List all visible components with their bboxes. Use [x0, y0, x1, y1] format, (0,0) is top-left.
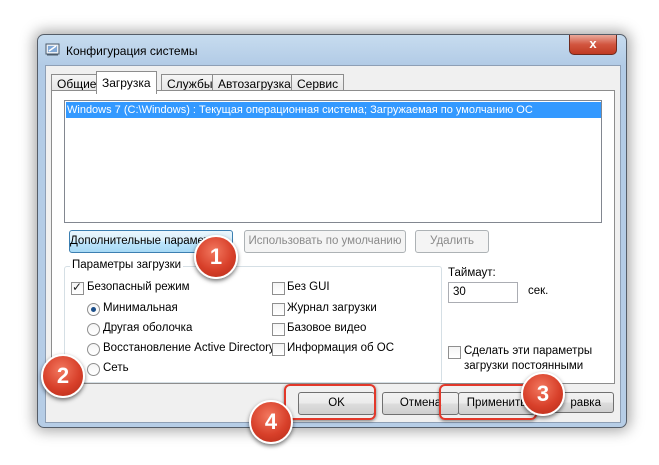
make-permanent-checkbox[interactable] — [448, 346, 461, 359]
radio-network[interactable] — [87, 363, 100, 376]
boot-log-checkbox[interactable] — [272, 303, 285, 316]
highlight-ok-button — [284, 384, 376, 420]
os-info-checkbox[interactable] — [272, 343, 285, 356]
radio-alternate-shell-label[interactable]: Другая оболочка — [103, 322, 192, 334]
step-badge-3: 3 — [521, 372, 565, 416]
radio-minimal[interactable] — [87, 303, 100, 316]
radio-minimal-label[interactable]: Минимальная — [103, 302, 178, 314]
base-video-checkbox[interactable] — [272, 323, 285, 336]
step-badge-1: 1 — [194, 235, 238, 279]
radio-ad-repair[interactable] — [87, 343, 100, 356]
radio-ad-repair-label[interactable]: Восстановление Active Directory — [103, 342, 275, 354]
window-title: Конфигурация системы — [66, 44, 198, 58]
safe-mode-label[interactable]: Безопасный режим — [87, 281, 190, 293]
boot-tab-panel: Windows 7 (C:\Windows) : Текущая операци… — [51, 90, 615, 384]
boot-log-label[interactable]: Журнал загрузки — [287, 302, 377, 314]
make-permanent-label-2[interactable]: загрузки постоянными — [464, 360, 583, 372]
timeout-input[interactable]: 30 — [448, 282, 518, 303]
os-info-label[interactable]: Информация об ОС — [287, 342, 394, 354]
timeout-unit: сек. — [528, 285, 549, 297]
no-gui-checkbox[interactable] — [272, 282, 285, 295]
os-list-item[interactable]: Windows 7 (C:\Windows) : Текущая операци… — [66, 102, 601, 118]
tab-boot[interactable]: Загрузка — [96, 71, 157, 94]
timeout-label: Таймаут: — [448, 267, 496, 279]
system-config-window: Конфигурация системы x Общие Загрузка Сл… — [37, 34, 627, 428]
radio-network-label[interactable]: Сеть — [103, 362, 129, 374]
no-gui-label[interactable]: Без GUI — [287, 281, 330, 293]
client-area: Общие Загрузка Службы Автозагрузка Серви… — [45, 65, 621, 423]
set-default-button[interactable]: Использовать по умолчанию — [244, 230, 406, 253]
msconfig-icon — [45, 43, 60, 57]
step-badge-4: 4 — [249, 400, 293, 444]
os-list[interactable]: Windows 7 (C:\Windows) : Текущая операци… — [64, 100, 602, 223]
delete-button[interactable]: Удалить — [415, 230, 489, 253]
step-badge-2: 2 — [41, 354, 85, 398]
base-video-label[interactable]: Базовое видео — [287, 322, 366, 334]
safe-mode-checkbox[interactable] — [71, 280, 84, 295]
make-permanent-label-1[interactable]: Сделать эти параметры — [464, 345, 592, 357]
close-button[interactable]: x — [569, 35, 617, 55]
radio-alternate-shell[interactable] — [87, 323, 100, 336]
boot-options-legend: Параметры загрузки — [70, 259, 184, 271]
